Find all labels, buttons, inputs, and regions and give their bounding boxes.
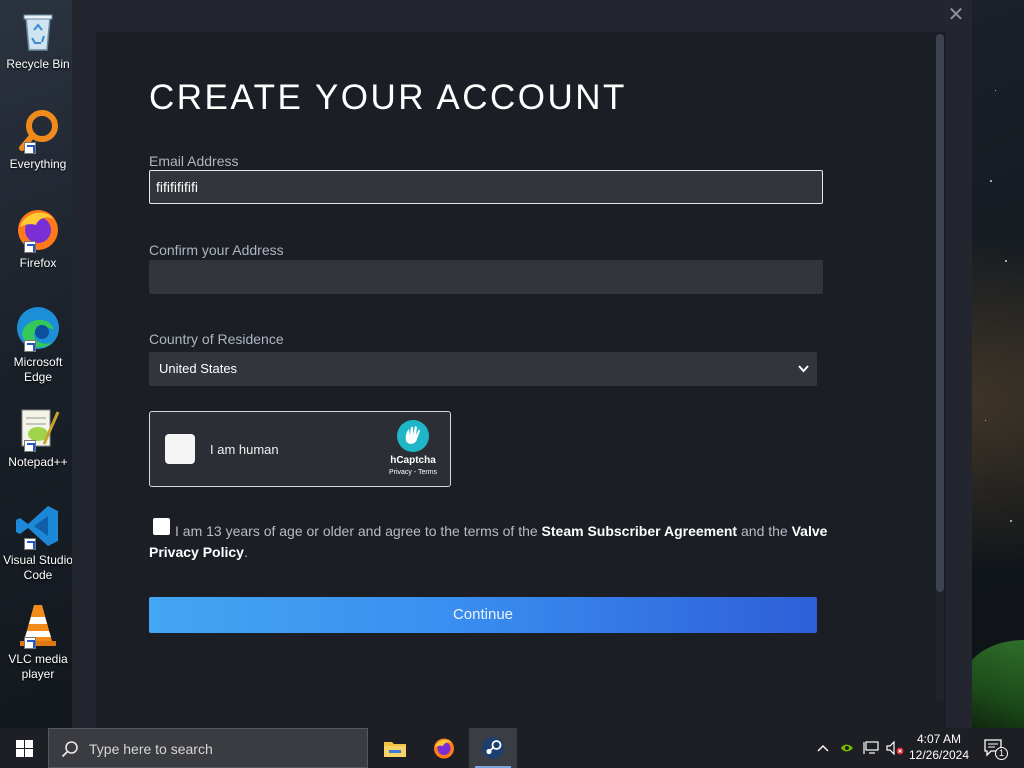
star — [1010, 520, 1012, 522]
hcaptcha-widget: I am human hCaptcha Privacy - Terms — [149, 411, 451, 487]
country-select-value: United States — [159, 361, 238, 376]
volume-muted-icon[interactable] — [884, 728, 906, 768]
desktop-icon-recycle-bin[interactable]: Recycle Bin — [2, 6, 74, 72]
taskbar-firefox[interactable] — [420, 728, 468, 768]
desktop-icon-label: VLC media player — [8, 652, 68, 681]
desktop-icon-notepadpp[interactable]: Notepad++ — [2, 404, 74, 470]
shortcut-arrow-icon — [24, 340, 36, 352]
hcaptcha-label: I am human — [210, 442, 279, 457]
tray-overflow-chevron-icon[interactable] — [812, 728, 834, 768]
clock-time: 4:07 AM — [916, 732, 962, 746]
taskbar-steam[interactable] — [469, 728, 517, 768]
desktop-icon-label: Visual Studio Code — [3, 553, 73, 582]
action-center-button[interactable]: 1 — [980, 728, 1020, 768]
recycle-bin-icon — [14, 6, 62, 54]
email-field[interactable] — [149, 170, 823, 204]
firefox-icon — [14, 205, 62, 253]
edge-icon — [14, 304, 62, 352]
desktop-icon-label: Recycle Bin — [6, 57, 70, 71]
search-icon — [61, 741, 78, 758]
steam-icon — [482, 737, 504, 759]
hcaptcha-checkbox[interactable] — [165, 434, 195, 464]
desktop-icon-edge[interactable]: Microsoft Edge — [2, 304, 74, 385]
agreement-text-part: . — [243, 544, 248, 560]
desktop-icon-label: Firefox — [19, 256, 57, 270]
desktop-icon-label: Notepad++ — [8, 455, 68, 469]
notepadpp-icon — [14, 404, 62, 452]
agreement-text-part: and the — [737, 523, 792, 539]
taskbar-search-box[interactable]: Type here to search — [48, 728, 368, 768]
chevron-down-icon — [798, 352, 809, 386]
steam-create-account-window: ✕ CREATE YOUR ACCOUNT Email Address Conf… — [72, 0, 972, 728]
notification-count-badge: 1 — [995, 747, 1008, 760]
shortcut-arrow-icon — [24, 637, 36, 649]
confirm-email-label: Confirm your Address — [149, 242, 284, 258]
email-label: Email Address — [149, 153, 239, 169]
close-icon[interactable]: ✕ — [945, 4, 967, 26]
taskbar-file-explorer[interactable] — [371, 728, 419, 768]
desktop-icon-label: Everything — [9, 157, 67, 171]
vscode-icon — [14, 502, 62, 550]
star — [990, 180, 992, 182]
hcaptcha-logo-icon — [395, 419, 431, 453]
desktop-icon-vlc[interactable]: VLC media player — [2, 601, 74, 682]
hcaptcha-brand: hCaptcha — [390, 455, 436, 466]
scrollbar-thumb[interactable] — [936, 34, 944, 592]
everything-search-icon — [14, 106, 62, 154]
continue-button[interactable]: Continue — [149, 597, 817, 633]
landscape-hill — [964, 640, 1024, 730]
star — [995, 90, 996, 91]
shortcut-arrow-icon — [24, 142, 36, 154]
desktop-icon-everything[interactable]: Everything — [2, 106, 74, 172]
page-title: CREATE YOUR ACCOUNT — [149, 78, 627, 117]
windows-logo-icon — [16, 740, 33, 757]
age-agreement-text: I am 13 years of age or older and agree … — [149, 521, 829, 563]
desktop-icon-firefox[interactable]: Firefox — [2, 205, 74, 271]
desktop-icon-label: Microsoft Edge — [13, 355, 63, 384]
star — [1005, 260, 1007, 262]
desktop-icon-vscode[interactable]: Visual Studio Code — [2, 502, 74, 583]
clock-date: 12/26/2024 — [908, 748, 970, 762]
taskbar: Type here to search 4:07 AM 12/26/2024 1 — [0, 728, 1024, 768]
taskbar-clock[interactable]: 4:07 AM 12/26/2024 — [904, 731, 974, 763]
nvidia-tray-icon[interactable] — [836, 728, 858, 768]
confirm-email-field[interactable] — [149, 260, 823, 294]
star — [985, 420, 986, 421]
firefox-icon — [434, 738, 454, 759]
country-select[interactable]: United States — [149, 352, 817, 386]
folder-icon — [384, 742, 406, 757]
steam-subscriber-agreement-link[interactable]: Steam Subscriber Agreement — [542, 523, 738, 539]
shortcut-arrow-icon — [24, 538, 36, 550]
agreement-text-part: I am 13 years of age or older and agree … — [175, 523, 542, 539]
vlc-cone-icon — [14, 601, 62, 649]
shortcut-arrow-icon — [24, 440, 36, 452]
search-placeholder: Type here to search — [89, 741, 213, 757]
hcaptcha-privacy-terms[interactable]: Privacy - Terms — [376, 469, 450, 476]
country-label: Country of Residence — [149, 331, 284, 347]
start-button[interactable] — [0, 728, 48, 768]
network-icon[interactable] — [860, 728, 882, 768]
shortcut-arrow-icon — [24, 241, 36, 253]
